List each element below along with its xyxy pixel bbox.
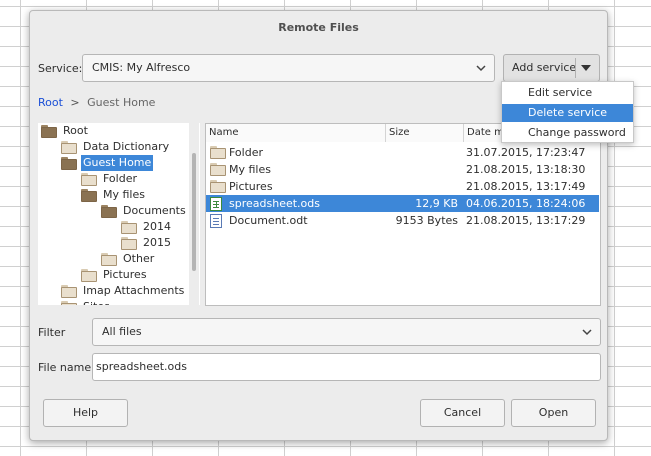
open-button[interactable]: Open: [511, 399, 596, 427]
file-name: spreadsheet.ods: [229, 197, 320, 210]
tree-item[interactable]: 2015: [121, 235, 173, 251]
cancel-button[interactable]: Cancel: [420, 399, 505, 427]
tree-item-label: Sites: [81, 299, 112, 305]
file-name: Document.odt: [229, 214, 308, 227]
folder-icon: [121, 220, 137, 234]
tree-item-label: 2014: [143, 220, 171, 233]
tree-item[interactable]: Pictures: [81, 267, 149, 283]
tree-item-label: Guest Home: [81, 155, 154, 171]
folder-tree[interactable]: Root Data Dictionary Guest Home Folder My fi…: [38, 123, 200, 305]
tree-scrollbar[interactable]: [189, 123, 199, 305]
tree-item[interactable]: Documents: [101, 203, 188, 219]
tree-item[interactable]: Other: [101, 251, 156, 267]
folder-icon: [61, 284, 77, 298]
tree-item[interactable]: Root: [41, 123, 90, 139]
filter-select[interactable]: All files: [92, 318, 601, 346]
file-row[interactable]: Document.odt 9153 Bytes 21.08.2015, 13:17:…: [206, 212, 599, 229]
tree-item[interactable]: Imap Attachments: [61, 283, 186, 299]
help-button[interactable]: Help: [43, 399, 128, 427]
chevron-down-icon: [580, 319, 594, 345]
tree-item[interactable]: Data Dictionary: [61, 139, 171, 155]
tree-item-label: Documents: [123, 204, 186, 217]
folder-icon: [210, 163, 230, 176]
menu-item[interactable]: Edit service: [502, 84, 633, 102]
filter-label: Filter: [38, 326, 66, 339]
file-name: Pictures: [229, 180, 273, 193]
file-date: 21.08.2015, 13:17:49: [466, 180, 586, 193]
folder-icon: [61, 140, 77, 154]
add-service-button[interactable]: Add service: [503, 54, 600, 82]
column-size[interactable]: Size: [386, 124, 464, 142]
menu-item[interactable]: Change password: [502, 124, 633, 142]
document-icon: [210, 214, 222, 233]
tree-scroll-thumb[interactable]: [192, 153, 196, 271]
file-size: 12,9 KB: [415, 197, 458, 210]
folder-icon: [210, 146, 230, 159]
breadcrumb-root-link[interactable]: Root: [38, 96, 63, 109]
file-row[interactable]: Pictures 21.08.2015, 13:17:49: [206, 178, 599, 195]
tree-item[interactable]: Guest Home: [61, 155, 154, 171]
tree-item[interactable]: Folder: [81, 171, 139, 187]
service-menu: Edit service Delete service Change passwor…: [501, 81, 634, 143]
breadcrumb-separator: >: [70, 96, 80, 109]
tree-item[interactable]: Sites: [61, 299, 112, 305]
file-date: 31.07.2015, 17:23:47: [466, 146, 586, 159]
file-date: 21.08.2015, 13:17:29: [466, 214, 586, 227]
file-date: 21.08.2015, 13:18:30: [466, 163, 586, 176]
breadcrumb-current: Guest Home: [87, 96, 156, 109]
folder-open-icon: [101, 204, 117, 218]
folder-icon: [210, 180, 230, 193]
folder-open-icon: [61, 156, 77, 170]
tree-item-label: Other: [123, 252, 155, 265]
file-row[interactable]: Folder 31.07.2015, 17:23:47: [206, 144, 599, 161]
tree-item-label: 2015: [143, 236, 171, 249]
tree-item-label: Folder: [103, 172, 137, 185]
service-select[interactable]: CMIS: My Alfresco: [82, 54, 495, 82]
add-service-label: Add service: [512, 61, 577, 74]
split-divider: [575, 58, 576, 78]
tree-item-label: Imap Attachments: [83, 284, 185, 297]
tree-item-label: My files: [103, 188, 145, 201]
file-date: 04.06.2015, 18:24:06: [466, 197, 586, 210]
tree-item-label: Data Dictionary: [83, 140, 170, 153]
remote-files-dialog: Remote Files Service: CMIS: My Alfresco …: [29, 10, 608, 441]
filename-label: File name: [38, 361, 92, 374]
dropdown-arrow-icon[interactable]: [581, 55, 591, 81]
service-value: CMIS: My Alfresco: [92, 61, 191, 74]
tree-item[interactable]: My files: [81, 187, 147, 203]
dialog-title: Remote Files: [278, 21, 359, 34]
folder-open-icon: [81, 188, 97, 202]
menu-item[interactable]: Delete service: [502, 104, 633, 122]
file-size: 9153 Bytes: [395, 214, 458, 227]
filter-value: All files: [102, 325, 142, 338]
tree-item[interactable]: 2014: [121, 219, 173, 235]
folder-icon: [101, 252, 117, 266]
chevron-down-icon: [474, 55, 488, 81]
column-name[interactable]: Name: [206, 124, 386, 142]
tree-item-label: Root: [63, 124, 88, 137]
file-list[interactable]: Name Size Date mo Folder 31.07.2015, 17:2…: [205, 123, 601, 306]
file-row[interactable]: My files 21.08.2015, 13:18:30: [206, 161, 599, 178]
tree-item-label: Pictures: [103, 268, 147, 281]
breadcrumb: Root > Guest Home: [38, 96, 155, 109]
file-name: Folder: [229, 146, 263, 159]
folder-icon: [121, 236, 137, 250]
folder-icon: [81, 172, 97, 186]
folder-icon: [81, 268, 97, 282]
service-label: Service:: [38, 62, 83, 75]
file-name: My files: [229, 163, 271, 176]
filename-input[interactable]: spreadsheet.ods: [92, 353, 601, 381]
folder-icon: [61, 300, 77, 305]
file-row[interactable]: spreadsheet.ods 12,9 KB 04.06.2015, 18:24:…: [206, 195, 599, 212]
folder-open-icon: [41, 124, 57, 138]
